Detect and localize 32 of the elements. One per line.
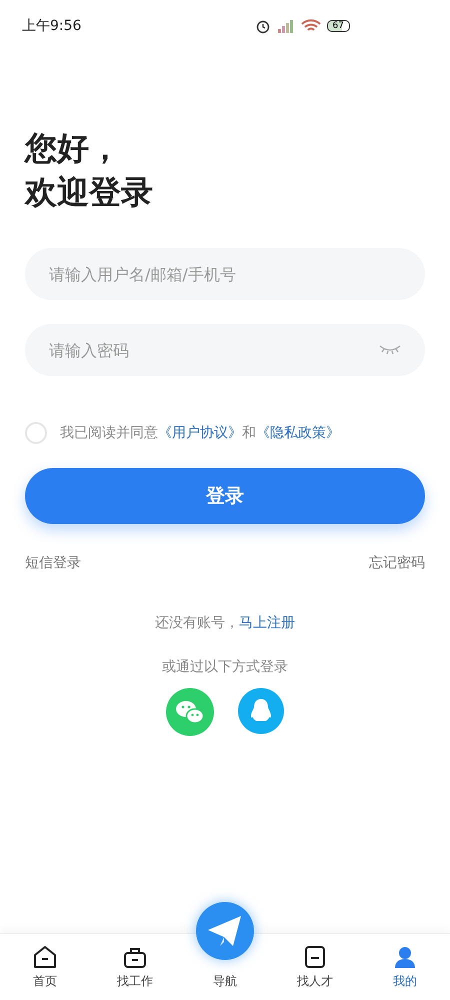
other-login-label: 或通过以下方式登录 [161, 658, 289, 676]
privacy-policy-link[interactable]: 《隐私政策》 [256, 424, 340, 442]
eye-closed-icon[interactable] [379, 344, 401, 356]
status-time: 上午9:56 [22, 17, 82, 35]
password-field[interactable]: 请输入密码 [25, 324, 425, 376]
person-icon[interactable] [392, 944, 418, 970]
paper-plane-button[interactable] [196, 902, 254, 960]
login-button[interactable]: 登录 [25, 468, 425, 524]
user-agreement-link[interactable]: 《用户协议》 [158, 424, 242, 442]
tab-label[interactable]: 首页 [33, 973, 57, 990]
welcome-title: 欢迎登录 [25, 172, 154, 213]
forgot-password-link[interactable]: 忘记密码 [369, 554, 425, 572]
greeting-text: 您好， [25, 128, 122, 169]
tab-label[interactable]: 找工作 [117, 973, 153, 990]
tab-label[interactable]: 找人才 [297, 973, 333, 990]
tab-label[interactable]: 我的 [393, 973, 417, 990]
signal-icon [276, 19, 295, 33]
agreement-checkbox[interactable] [25, 422, 47, 444]
home-icon[interactable] [32, 944, 58, 970]
wifi-icon [300, 19, 321, 33]
card-icon[interactable] [302, 944, 328, 970]
agreement-joiner: 和 [242, 424, 256, 442]
sms-login-link[interactable]: 短信登录 [25, 554, 81, 572]
wechat-login-icon[interactable] [166, 688, 214, 736]
register-prompt: 还没有账号， [155, 614, 239, 632]
register-link[interactable]: 马上注册 [239, 614, 295, 632]
agreement-text: 我已阅读并同意 [60, 424, 158, 442]
tab-label[interactable]: 导航 [213, 973, 237, 990]
battery-indicator: 67 [326, 20, 350, 32]
alarm-icon [254, 18, 271, 34]
username-field[interactable]: 请输入用户名/邮箱/手机号 [25, 248, 425, 300]
penguin-login-icon[interactable] [238, 688, 284, 734]
